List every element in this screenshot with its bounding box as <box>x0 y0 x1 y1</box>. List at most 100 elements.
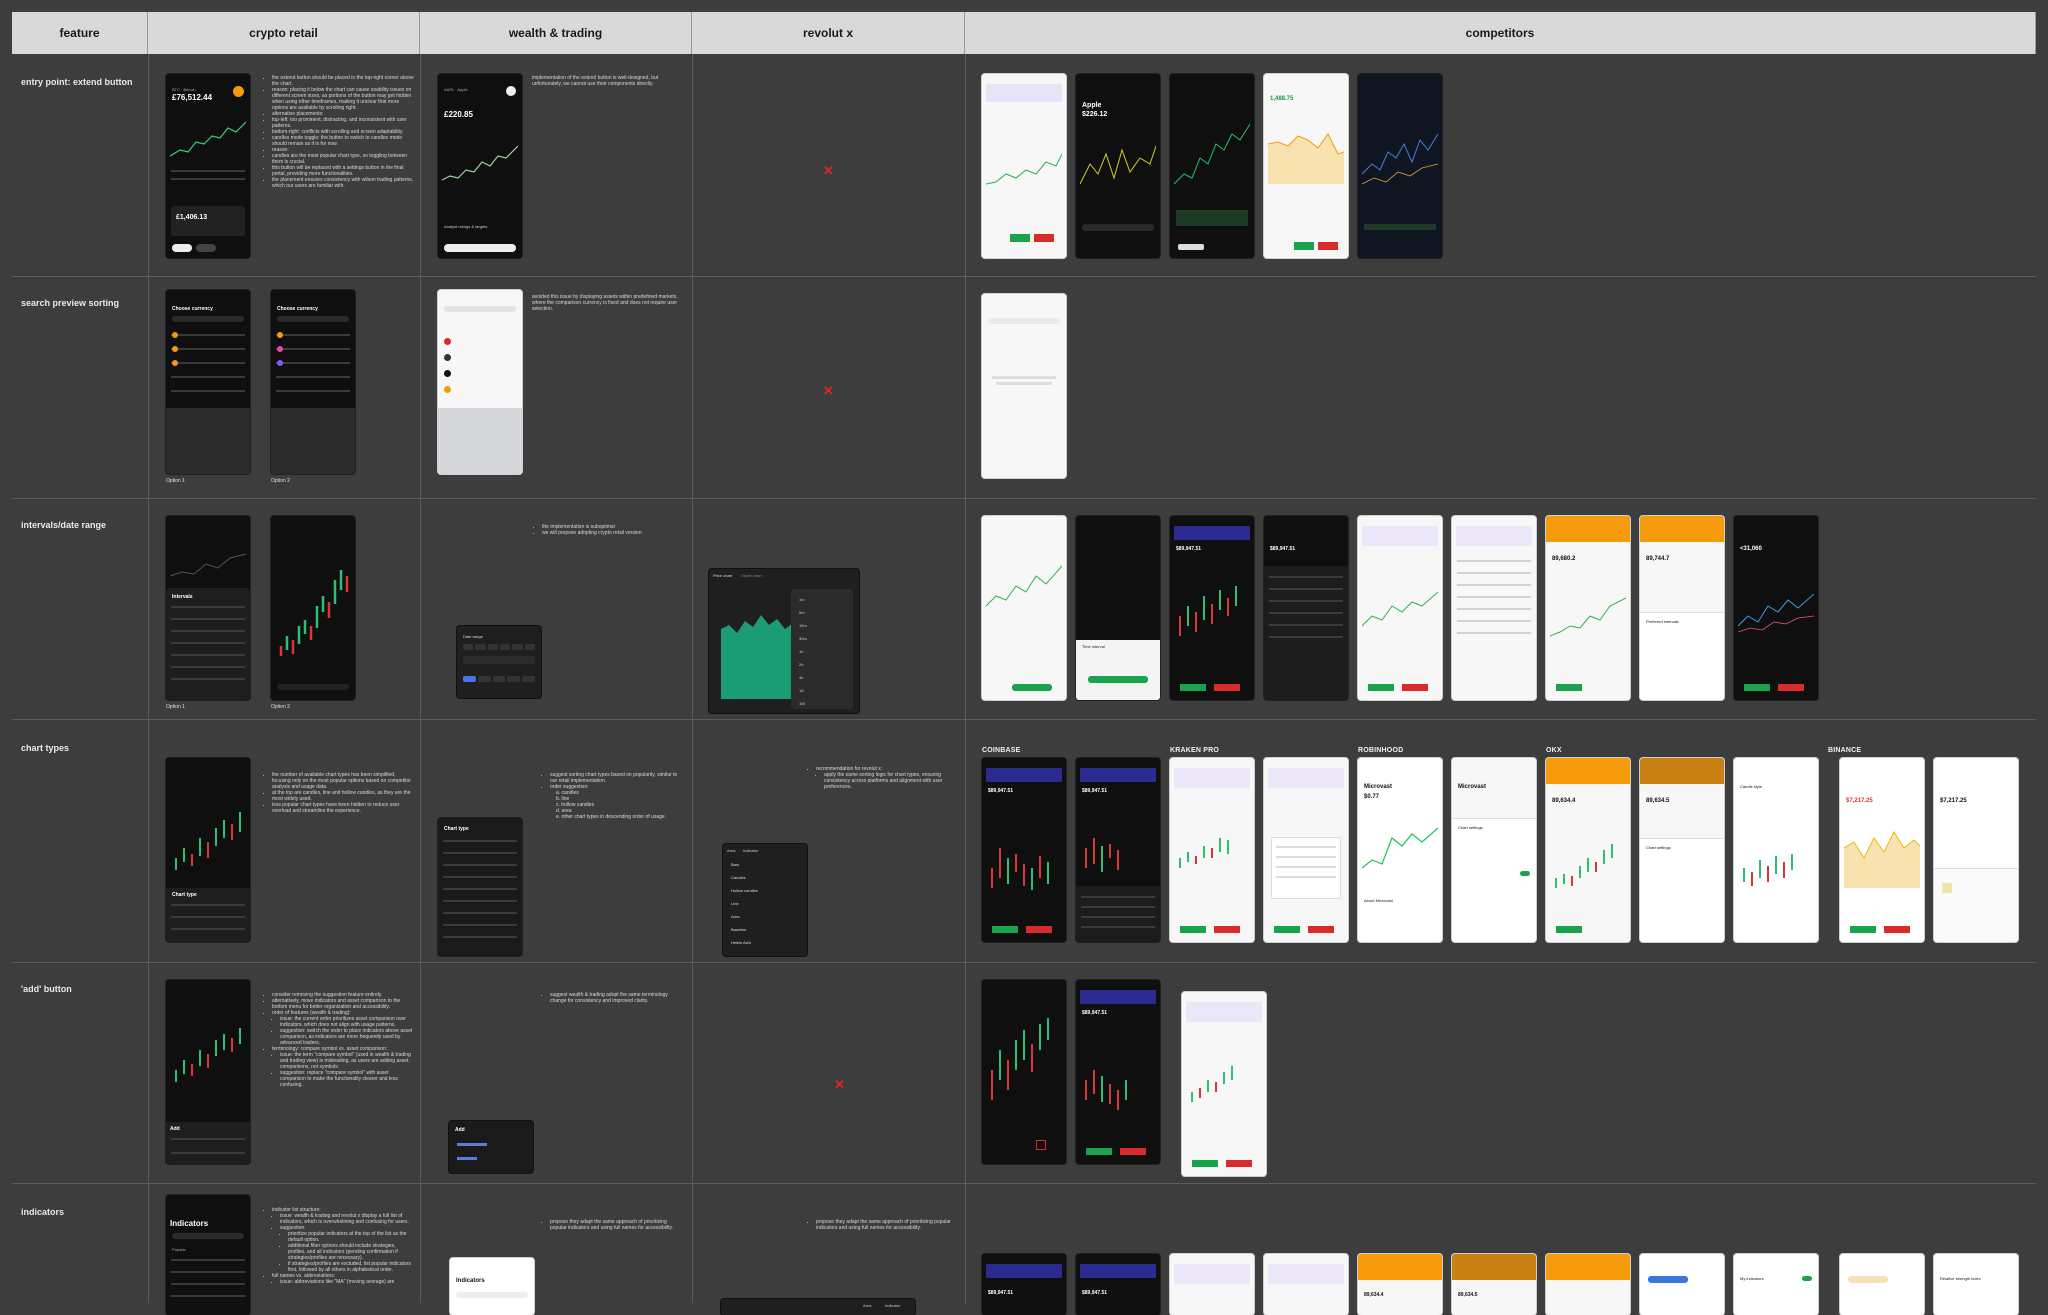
competitor-screen: 89,680.2 <box>1546 516 1630 700</box>
keyboard[interactable] <box>438 408 522 474</box>
currency-search-option-2: Choose currency <box>271 290 355 474</box>
search-input[interactable] <box>444 306 516 312</box>
column-divider <box>420 54 421 1303</box>
intervals-option-1: Intervals <box>166 516 250 700</box>
feature-label-search-preview: search preview sorting <box>21 298 120 308</box>
analyst-ratings: Analyst ratings & targets <box>444 224 488 229</box>
search-input[interactable] <box>172 1233 244 1239</box>
wealth-asset-screen: AAPL · Apple £220.85 Analyst ratings & t… <box>438 74 522 258</box>
search-input[interactable] <box>172 316 244 322</box>
competitor-screen <box>1640 1254 1724 1315</box>
competitor-screen <box>1170 1254 1254 1315</box>
sell-pill[interactable] <box>196 244 216 252</box>
competitor-screen: $7,217.25 <box>1840 758 1924 942</box>
chart-type-sheet: Chart type <box>166 888 250 942</box>
apple-logo-icon <box>506 86 516 96</box>
competitor-screen <box>982 74 1066 258</box>
competitor-screen: 89,634.5 <box>1452 1254 1536 1315</box>
competitor-screen <box>1170 74 1254 258</box>
row-divider <box>12 962 2036 963</box>
note-r5-wealth: suggest wealth & trading adopt the same … <box>542 992 682 1004</box>
caption-option-1: Option 1 <box>166 704 185 710</box>
competitor-screen: Candle style <box>1734 758 1818 942</box>
revx-chart-type-panel: Area Indicator Bars Candles Hollow candles… <box>723 844 807 956</box>
header-feature: feature <box>12 12 148 54</box>
competitor-screen <box>1358 516 1442 700</box>
currency-search-option-1: Choose currency <box>166 290 250 474</box>
competitor-label-kraken: KRAKEN PRO <box>1170 747 1220 754</box>
competitor-screen: $89,947.51 <box>982 758 1066 942</box>
interval-dropdown[interactable]: 1m 5m 15m 30m 1h 2h 4h 1D 1W <box>791 589 853 709</box>
header-crypto-retail: crypto retail <box>148 12 420 54</box>
not-applicable-mark: ✕ <box>823 163 834 178</box>
column-divider <box>965 54 966 1303</box>
caption-option-2: Option 2 <box>271 478 290 484</box>
competitor-screen: Microvast $0.77 About Microvast <box>1358 758 1442 942</box>
competitor-screen: 89,634.4 <box>1358 1254 1442 1315</box>
note-r4-wealth: suggest sorting chart types based on pop… <box>542 772 682 820</box>
crypto-add-screen: Add <box>166 980 250 1164</box>
competitor-screen: Time interval <box>1076 516 1160 700</box>
note-r6-revx: propose they adapt the same approach of … <box>808 1219 958 1231</box>
competitor-screen <box>1546 1254 1630 1315</box>
keyboard[interactable] <box>271 408 355 474</box>
competitor-screen <box>1170 758 1254 942</box>
header-wealth-trading: wealth & trading <box>420 12 692 54</box>
competitor-screen <box>1840 1254 1924 1315</box>
interval-list: 1m 5m 15m 30m 1h 2h 4h 1D 1W <box>799 597 807 706</box>
buy-pill[interactable] <box>172 244 192 252</box>
caption-option-2: Option 2 <box>271 704 290 710</box>
asset-name: BTC · Bitcoin <box>172 87 196 92</box>
competitor-screen <box>982 980 1066 1164</box>
competitor-screen: $89,947.51 <box>1264 516 1348 700</box>
note-r6-wealth: propose they adapt the same approach of … <box>542 1219 682 1231</box>
header-revolut-x: revolut x <box>692 12 965 54</box>
competitor-screen: 89,634.5 Chart settings <box>1640 758 1724 942</box>
feature-label-entry-point: entry point: extend button <box>21 77 133 87</box>
wealth-indicators-screen: Indicators <box>450 1258 534 1315</box>
investment-card: £1,406.13 <box>171 206 245 236</box>
not-applicable-mark: ✕ <box>823 383 834 398</box>
competitor-screen: 1,488.75 <box>1264 74 1348 258</box>
search-input[interactable] <box>277 316 349 322</box>
competitor-screen: Apple $226.12 <box>1076 74 1160 258</box>
column-divider <box>148 54 149 1303</box>
investment-value: £1,406.13 <box>176 214 208 221</box>
competitor-screen: $89,947.51 <box>1170 516 1254 700</box>
feature-label-indicators: indicators <box>21 1207 65 1217</box>
asset-price: £76,512.44 <box>172 93 213 102</box>
feature-label-chart-types: chart types <box>21 743 70 753</box>
keyboard[interactable] <box>166 408 250 474</box>
note-r5-crypto: consider removing the suggestion feature… <box>264 992 414 1088</box>
competitor-screen <box>1452 516 1536 700</box>
price-line-chart <box>442 145 518 181</box>
price-line-chart <box>170 121 246 157</box>
wealth-add-sheet: Add <box>449 1121 533 1173</box>
search-input[interactable] <box>456 1292 528 1298</box>
competitor-screen <box>1182 992 1266 1176</box>
note-r2-wealth: avoided this issue by displaying assets … <box>532 294 678 312</box>
asset-name: AAPL · Apple <box>444 87 468 92</box>
wealth-date-range-sheet: Date range <box>457 626 541 698</box>
competitor-screen: $89,947.51 <box>982 1254 1066 1315</box>
chart-type-list: Bars Candles Hollow candles Line Area Baselin… <box>731 862 758 945</box>
competitor-screen: <31,060 <box>1734 516 1818 700</box>
buy-button[interactable] <box>444 244 516 252</box>
feature-label-intervals: intervals/date range <box>21 520 107 530</box>
competitor-label-robinhood: ROBINHOOD <box>1358 747 1404 754</box>
competitor-screen <box>1358 74 1442 258</box>
row-divider <box>12 276 2036 277</box>
not-applicable-mark: ✕ <box>834 1077 845 1092</box>
competitor-screen <box>982 516 1066 700</box>
competitor-screen <box>1264 1254 1348 1315</box>
competitor-label-coinbase: COINBASE <box>982 747 1021 754</box>
revx-price-chart-panel: Price chart Depth chart 1m 5m 15m 30m 1h 2h 4h… <box>709 569 859 713</box>
caption-option-1: Option 1 <box>166 478 185 484</box>
note-r6-crypto: indicator list structure: issue: wealth … <box>264 1207 414 1285</box>
comparison-board: feature crypto retail wealth & trading r… <box>12 12 2036 1315</box>
competitor-screen: $89,947.51 <box>1076 1254 1160 1315</box>
competitor-screen: Microvast Chart settings <box>1452 758 1536 942</box>
column-divider <box>692 54 693 1303</box>
competitor-screen: $7,217.25 <box>1934 758 2018 942</box>
row-divider <box>12 498 2036 499</box>
